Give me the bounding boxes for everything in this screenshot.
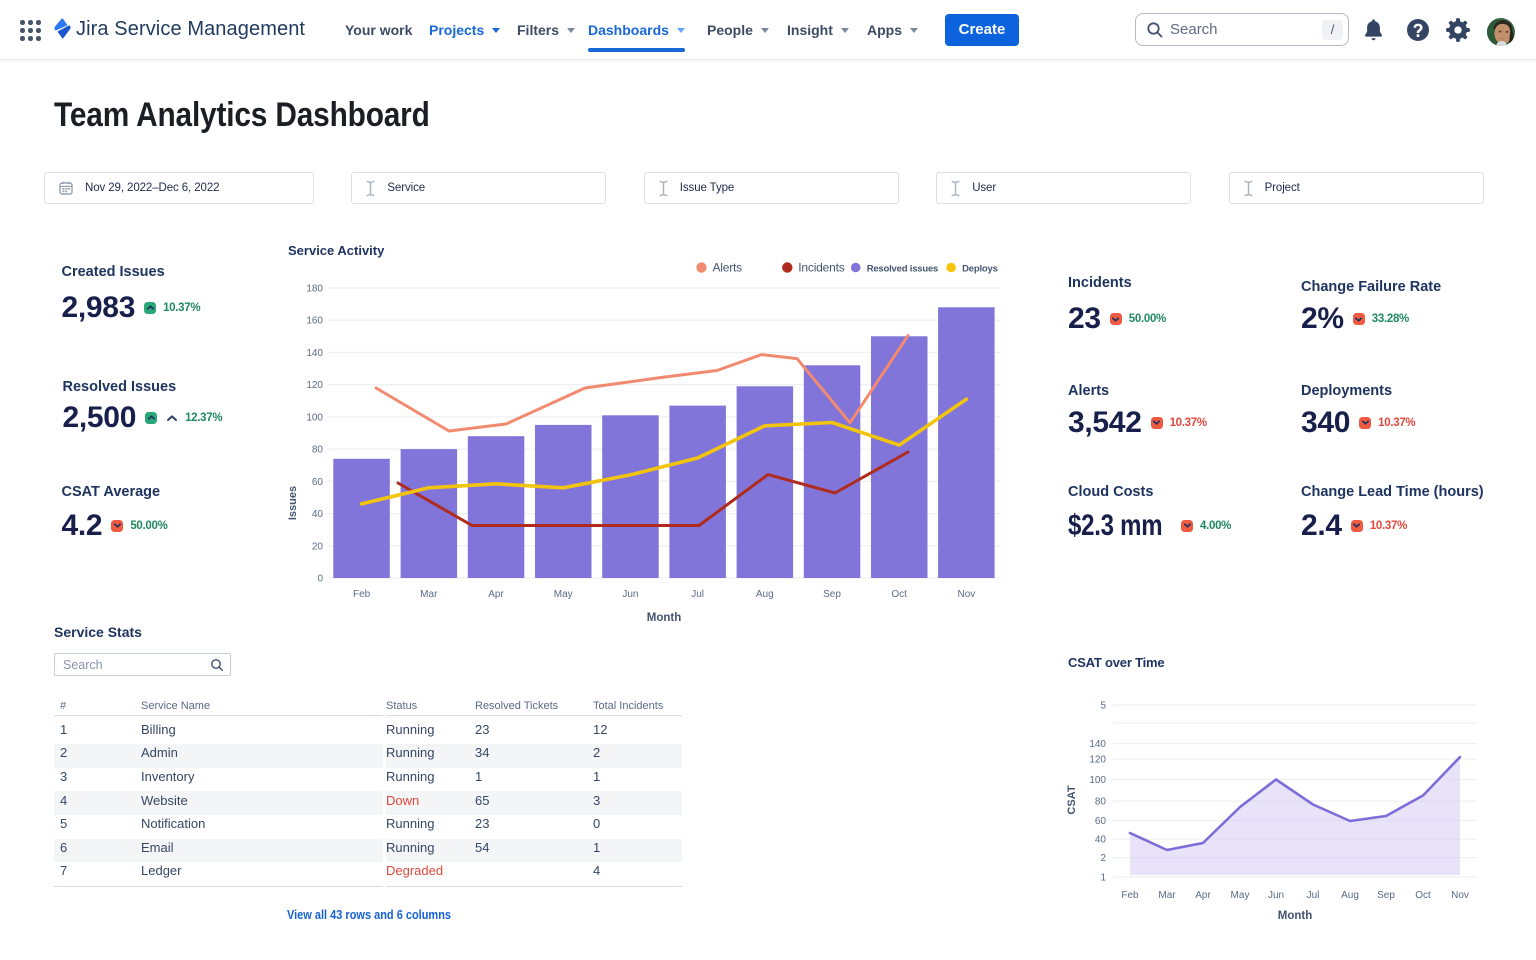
svg-text:Alerts: Alerts	[713, 261, 743, 275]
svg-text:Jun: Jun	[1268, 890, 1284, 901]
svg-text:Mar: Mar	[1158, 890, 1176, 901]
svg-text:0: 0	[317, 574, 323, 585]
svg-text:Nov: Nov	[1451, 890, 1469, 901]
svg-text:60: 60	[1095, 816, 1107, 827]
svg-text:Apr: Apr	[1195, 890, 1211, 901]
svg-text:Month: Month	[647, 612, 681, 624]
svg-text:Oct: Oct	[1415, 890, 1431, 901]
svg-text:40: 40	[312, 509, 324, 520]
svg-text:80: 80	[1095, 797, 1107, 808]
svg-text:60: 60	[312, 477, 324, 488]
svg-text:140: 140	[306, 348, 323, 359]
svg-text:Issues: Issues	[287, 486, 299, 520]
svg-text:Month: Month	[1278, 910, 1312, 922]
svg-text:Apr: Apr	[488, 589, 504, 600]
svg-text:May: May	[554, 589, 573, 600]
svg-text:Resolved issues: Resolved issues	[867, 264, 938, 275]
svg-text:Oct: Oct	[891, 589, 907, 600]
svg-text:Jul: Jul	[691, 589, 704, 600]
svg-text:2: 2	[1100, 853, 1106, 864]
svg-text:Sep: Sep	[1377, 890, 1395, 901]
svg-text:100: 100	[306, 412, 323, 423]
svg-text:5: 5	[1100, 701, 1106, 712]
svg-text:May: May	[1231, 890, 1250, 901]
svg-text:1: 1	[1100, 873, 1106, 884]
svg-text:CSAT: CSAT	[1066, 785, 1078, 814]
svg-text:180: 180	[306, 284, 323, 295]
svg-text:160: 160	[306, 316, 323, 327]
svg-text:Aug: Aug	[1341, 890, 1359, 901]
svg-text:Feb: Feb	[353, 589, 371, 600]
svg-text:Jun: Jun	[622, 589, 638, 600]
svg-text:Aug: Aug	[756, 589, 774, 600]
svg-text:Sep: Sep	[823, 589, 841, 600]
svg-text:100: 100	[1089, 775, 1106, 786]
svg-text:120: 120	[1089, 755, 1106, 766]
svg-text:40: 40	[1095, 835, 1107, 846]
svg-text:80: 80	[312, 445, 324, 456]
svg-text:Jul: Jul	[1307, 890, 1320, 901]
svg-text:Nov: Nov	[958, 589, 976, 600]
svg-text:Mar: Mar	[420, 589, 438, 600]
svg-text:Deploys: Deploys	[962, 264, 998, 275]
svg-text:Feb: Feb	[1121, 890, 1139, 901]
svg-text:20: 20	[312, 541, 324, 552]
svg-text:120: 120	[306, 380, 323, 391]
svg-text:Incidents: Incidents	[798, 261, 844, 275]
svg-text:140: 140	[1089, 739, 1106, 750]
